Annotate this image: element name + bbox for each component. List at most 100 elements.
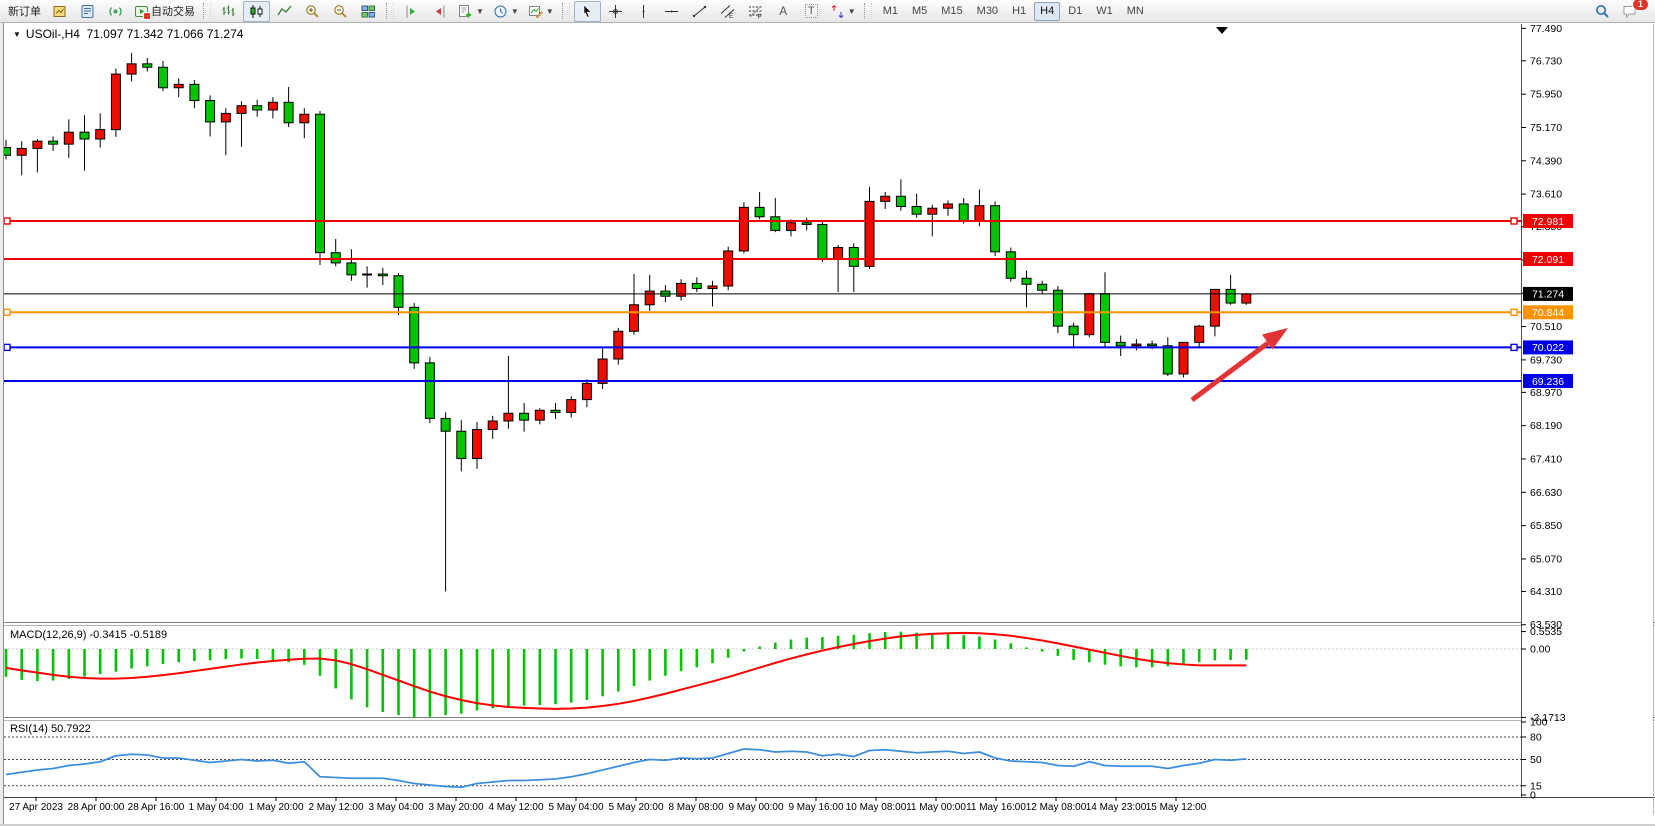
candle: [488, 421, 497, 430]
candle: [1148, 344, 1157, 346]
timeframe-m15[interactable]: M15: [935, 2, 968, 21]
zoom-in-button[interactable]: [299, 1, 326, 22]
price-tick-label: 76.730: [1530, 55, 1562, 67]
autotrading-label: 自动交易: [151, 3, 195, 19]
candle: [881, 196, 890, 201]
candle: [457, 431, 466, 458]
candle: [1195, 326, 1204, 342]
crosshair-tool-button[interactable]: [602, 1, 629, 22]
time-tick-label: 27 Apr 2023: [9, 802, 63, 813]
price-tick-label: 65.070: [1530, 553, 1562, 565]
line-handle[interactable]: [4, 344, 10, 350]
candle: [504, 413, 513, 421]
timeframe-h4[interactable]: H4: [1034, 2, 1060, 21]
timeframe-group: M1M5M15M30H1H4D1W1MN: [876, 2, 1151, 21]
chevron-down-icon: ▼: [848, 7, 856, 16]
signals-button[interactable]: [102, 1, 129, 22]
timeframe-h1[interactable]: H1: [1006, 2, 1032, 21]
arrows-tool-button[interactable]: ▼: [826, 1, 860, 22]
channel-tool-button[interactable]: E: [714, 1, 741, 22]
macd-tick-label: 0.5535: [1530, 626, 1562, 638]
line-handle[interactable]: [1511, 309, 1517, 315]
line-handle[interactable]: [4, 309, 10, 315]
chevron-down-icon[interactable]: ▼: [13, 30, 21, 39]
bar-chart-mode-button[interactable]: [215, 1, 242, 22]
candle: [159, 67, 168, 88]
candle: [1101, 294, 1110, 343]
candle: [80, 132, 89, 139]
price-tick-label: 66.630: [1530, 487, 1562, 499]
text-tool-button[interactable]: A: [770, 1, 797, 22]
chart-shift-marker-icon[interactable]: [1216, 27, 1228, 34]
new-order-button[interactable]: 新订单: [4, 1, 45, 22]
toolbar-grip[interactable]: [562, 3, 570, 19]
timeframe-w1[interactable]: W1: [1090, 2, 1119, 21]
candle: [1053, 290, 1062, 326]
zoom-out-button[interactable]: [327, 1, 354, 22]
new-chart-button[interactable]: [46, 1, 73, 22]
price-axis-gutter: [1522, 24, 1653, 797]
rsi-value: 50.7922: [51, 723, 91, 735]
rsi-name: RSI(14): [10, 723, 48, 735]
templates-button[interactable]: ▼: [524, 1, 558, 22]
candlestick-mode-button[interactable]: [243, 1, 270, 22]
line-handle[interactable]: [1511, 344, 1517, 350]
vertical-line-tool-button[interactable]: [630, 1, 657, 22]
text-label-tool-button[interactable]: T: [798, 1, 825, 22]
candle: [17, 148, 26, 155]
candle: [630, 305, 639, 331]
toolbar-grip[interactable]: [386, 3, 394, 19]
candle: [253, 106, 262, 110]
candle: [1022, 278, 1031, 284]
timeframe-m1[interactable]: M1: [877, 2, 904, 21]
candle: [614, 331, 623, 359]
auto-scroll-button[interactable]: [398, 1, 425, 22]
fibonacci-icon: F: [748, 4, 763, 19]
equidistant-channel-icon: E: [720, 4, 735, 19]
annotation-arrow-shaft[interactable]: [1192, 343, 1268, 400]
toolbar-grip[interactable]: [864, 3, 872, 19]
search-button[interactable]: [1589, 1, 1616, 22]
fibonacci-tool-button[interactable]: F: [742, 1, 769, 22]
tile-windows-button[interactable]: [355, 1, 382, 22]
candle: [1069, 326, 1078, 335]
autotrading-button[interactable]: 自动交易: [130, 1, 199, 22]
autotrading-status-dot: [143, 12, 151, 20]
horizontal-line-tool-button[interactable]: [658, 1, 685, 22]
trendline-tool-button[interactable]: [686, 1, 713, 22]
timeframe-m30[interactable]: M30: [971, 2, 1004, 21]
auto-scroll-icon: [404, 4, 419, 19]
search-icon: [1595, 4, 1610, 19]
line-handle[interactable]: [4, 218, 10, 224]
timeframe-mn[interactable]: MN: [1121, 2, 1150, 21]
candle: [174, 84, 183, 87]
line-handle[interactable]: [1511, 218, 1517, 224]
chart-canvas[interactable]: 77.49076.73075.95075.17074.39073.61072.8…: [0, 23, 1655, 826]
candle: [991, 206, 1000, 252]
timeframe-m5[interactable]: M5: [906, 2, 933, 21]
candle: [284, 102, 293, 123]
candle: [1242, 294, 1251, 303]
macd-name: MACD(12,26,9): [10, 629, 86, 641]
candle: [1163, 346, 1172, 374]
candle: [787, 223, 796, 231]
candle: [96, 130, 105, 139]
signals-icon: [108, 4, 123, 19]
timeframe-d1[interactable]: D1: [1062, 2, 1088, 21]
line-chart-mode-button[interactable]: [271, 1, 298, 22]
cursor-tool-button[interactable]: [574, 1, 601, 22]
candle: [975, 206, 984, 221]
candle: [237, 106, 246, 114]
market-watch-button[interactable]: [74, 1, 101, 22]
horizontal-line-icon: [664, 4, 679, 19]
rsi-tick-label: 80: [1530, 732, 1542, 744]
indicators-button[interactable]: ▼: [454, 1, 488, 22]
toolbar-grip[interactable]: [203, 3, 211, 19]
price-tick-label: 64.310: [1530, 586, 1562, 598]
candle: [771, 217, 780, 231]
notifications-button[interactable]: 1: [1616, 1, 1643, 22]
periods-button[interactable]: ▼: [489, 1, 523, 22]
candle: [1210, 289, 1219, 326]
chart-shift-button[interactable]: [426, 1, 453, 22]
price-tick-label: 69.730: [1530, 354, 1562, 366]
